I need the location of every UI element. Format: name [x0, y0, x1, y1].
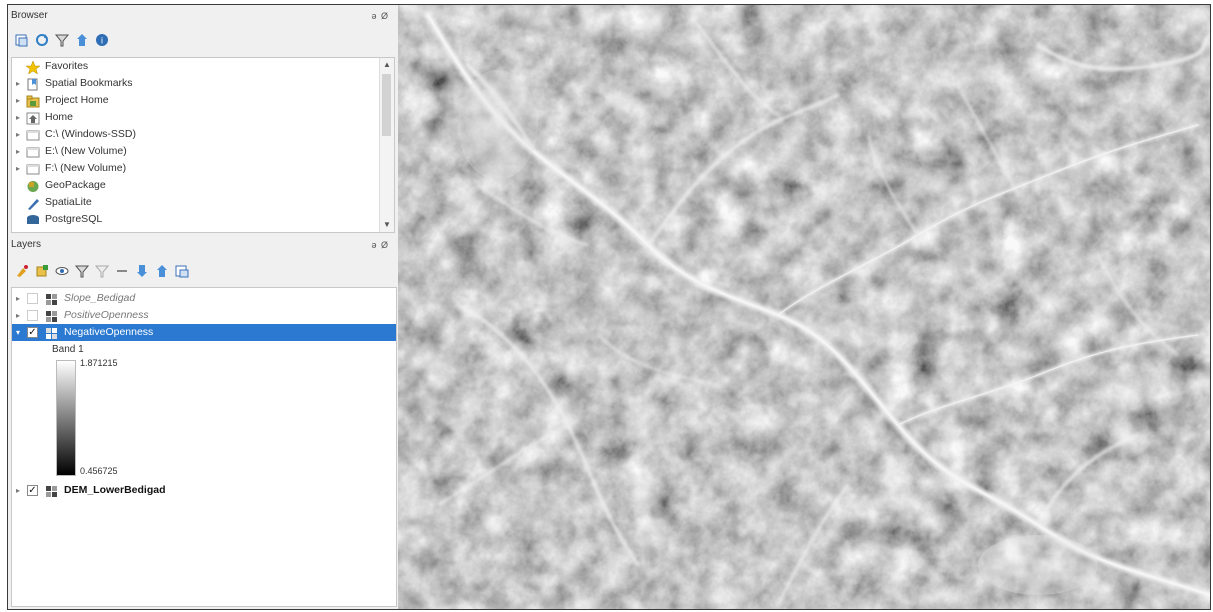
expander-icon[interactable]: ▸ [12, 143, 24, 160]
drive-icon [26, 129, 40, 141]
layers-toolbar [14, 260, 190, 282]
browser-item-spatial-bookmarks[interactable]: ▸ Spatial Bookmarks [12, 75, 133, 92]
expander-icon[interactable]: ▸ [12, 307, 24, 324]
svg-text:i: i [101, 36, 103, 46]
browser-item-postgresql[interactable]: PostgreSQL [12, 211, 102, 228]
browser-item-home[interactable]: ▸ Home [12, 109, 73, 126]
expander-icon[interactable]: ▾ [12, 324, 24, 341]
left-dock: Browser ə Ø i Favorites ▸ Spatial Bookma… [8, 5, 398, 609]
raster-layer-icon [45, 310, 59, 322]
legend-max-value: 1.871215 [80, 358, 118, 368]
layer-properties-icon[interactable] [174, 263, 190, 279]
raster-layer-icon [45, 327, 59, 339]
geopackage-icon [26, 180, 40, 192]
database-icon [26, 214, 40, 226]
browser-item-label: GeoPackage [45, 179, 106, 191]
layer-name: Slope_Bedigad [64, 292, 136, 304]
bookmark-icon [26, 78, 40, 90]
browser-item-label: Spatial Bookmarks [45, 77, 133, 89]
browser-item-label: SpatiaLite [45, 196, 92, 208]
remove-layer-icon[interactable] [114, 263, 130, 279]
browser-item-label: Project Home [45, 94, 109, 106]
add-group-icon[interactable] [34, 263, 50, 279]
layers-tree: ▸ Slope_Bedigad ▸ PositiveOpenness ▾ ✓ N… [11, 287, 397, 607]
layers-panel-title: Layers ə Ø [11, 237, 395, 253]
layer-name: NegativeOpenness [64, 326, 154, 338]
terrain-raster-image [398, 5, 1210, 609]
raster-layer-icon [45, 293, 59, 305]
browser-panel-title: Browser ə Ø [11, 8, 395, 24]
browser-scrollbar[interactable]: ▲ ▼ [379, 58, 394, 232]
expander-icon[interactable]: ▸ [12, 160, 24, 177]
filter-expression-icon[interactable] [94, 263, 110, 279]
star-icon [25, 59, 41, 75]
expand-all-icon[interactable] [134, 263, 150, 279]
collapse-all-icon[interactable] [74, 32, 90, 48]
help-icon[interactable]: i [94, 32, 110, 48]
browser-item-label: E:\ (New Volume) [45, 145, 127, 157]
browser-item-geopackage[interactable]: GeoPackage [12, 177, 106, 194]
browser-item-drive-e[interactable]: ▸ E:\ (New Volume) [12, 143, 127, 160]
browser-item-favorites[interactable]: Favorites [12, 58, 88, 75]
expander-icon[interactable]: ▸ [12, 92, 24, 109]
layer-visibility-checkbox[interactable] [27, 293, 38, 304]
style-icon[interactable] [14, 263, 30, 279]
manage-visibility-icon[interactable] [54, 263, 70, 279]
spatialite-icon [26, 197, 40, 210]
layer-row-positive-openness[interactable]: ▸ PositiveOpenness [12, 307, 396, 324]
scroll-thumb[interactable] [382, 74, 391, 136]
layer-row-dem-lowerbedigad[interactable]: ▸ ✓ DEM_LowerBedigad [12, 482, 396, 499]
drive-icon [26, 146, 40, 158]
layers-title-text: Layers [11, 239, 42, 250]
browser-item-label: C:\ (Windows-SSD) [45, 128, 137, 140]
layers-window-controls[interactable]: ə Ø [371, 237, 389, 253]
browser-item-label: Home [45, 111, 74, 123]
collapse-all-icon[interactable] [154, 263, 170, 279]
browser-item-label: PostgreSQL [45, 213, 103, 225]
legend-color-ramp [56, 360, 76, 476]
expander-icon[interactable]: ▸ [12, 109, 24, 126]
legend-min-value: 0.456725 [80, 466, 118, 476]
add-selected-icon[interactable] [14, 32, 30, 48]
browser-item-spatialite[interactable]: SpatiaLite [12, 194, 92, 211]
browser-item-label: Favorites [45, 60, 89, 72]
layer-visibility-checkbox[interactable]: ✓ [27, 485, 38, 496]
raster-layer-icon [45, 485, 59, 497]
browser-item-label: F:\ (New Volume) [45, 162, 127, 174]
browser-item-drive-f[interactable]: ▸ F:\ (New Volume) [12, 160, 126, 177]
expander-icon[interactable]: ▸ [12, 126, 24, 143]
expander-icon[interactable]: ▸ [12, 75, 24, 92]
expander-icon[interactable]: ▸ [12, 290, 24, 307]
layer-name: DEM_LowerBedigad [64, 484, 166, 496]
layer-visibility-checkbox[interactable]: ✓ [27, 327, 38, 338]
filter-legend-icon[interactable] [74, 263, 90, 279]
layer-row-slope-bedigad[interactable]: ▸ Slope_Bedigad [12, 290, 396, 307]
browser-item-drive-c[interactable]: ▸ C:\ (Windows-SSD) [12, 126, 136, 143]
layer-name: PositiveOpenness [64, 309, 149, 321]
map-canvas[interactable] [398, 5, 1210, 609]
refresh-icon[interactable] [34, 32, 50, 48]
browser-toolbar: i [14, 29, 110, 51]
drive-icon [26, 163, 40, 175]
layer-visibility-checkbox[interactable] [27, 310, 38, 321]
qgis-window: Browser ə Ø i Favorites ▸ Spatial Bookma… [7, 4, 1211, 610]
legend-band-label: Band 1 [52, 344, 84, 355]
browser-window-controls[interactable]: ə Ø [371, 8, 389, 24]
browser-title-text: Browser [11, 10, 48, 21]
scroll-up-icon[interactable]: ▲ [380, 58, 394, 72]
browser-tree: Favorites ▸ Spatial Bookmarks ▸ Project … [11, 57, 395, 233]
browser-item-project-home[interactable]: ▸ Project Home [12, 92, 109, 109]
filter-icon[interactable] [54, 32, 70, 48]
layer-row-negative-openness[interactable]: ▾ ✓ NegativeOpenness [12, 324, 396, 341]
expander-icon[interactable]: ▸ [12, 482, 24, 499]
home-icon [26, 112, 40, 124]
folder-icon [26, 95, 40, 107]
scroll-down-icon[interactable]: ▼ [380, 218, 394, 232]
